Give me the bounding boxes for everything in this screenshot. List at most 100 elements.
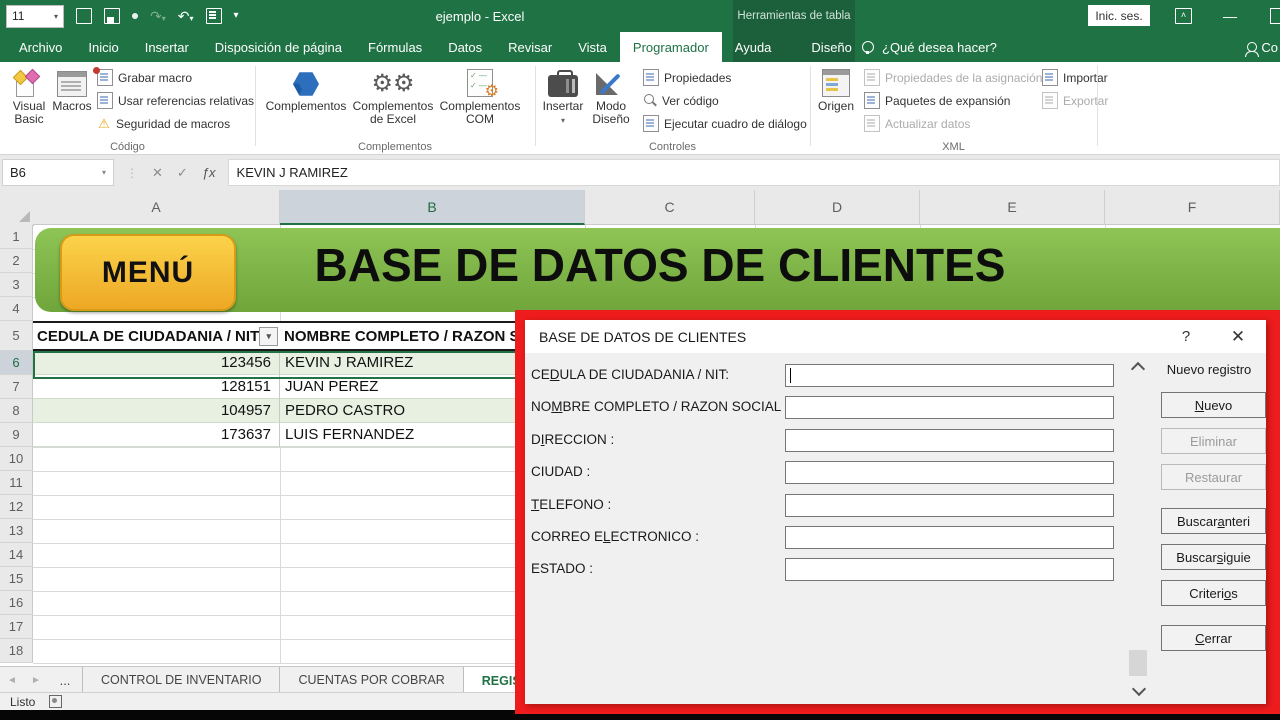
row-header-3[interactable]: 3 <box>0 273 33 297</box>
ribbon-button-complementos-de-excel[interactable]: ⚙⚙Complementosde Excel <box>351 65 435 139</box>
scroll-up-icon[interactable] <box>1131 362 1145 376</box>
restore-button[interactable] <box>1270 8 1280 24</box>
insert-function-icon[interactable]: ƒx <box>202 165 216 180</box>
font-size-box[interactable]: 11 ▾ <box>6 5 64 28</box>
form-icon[interactable] <box>206 8 222 24</box>
row-header-9[interactable]: 9 <box>0 423 33 447</box>
ribbon-button-macros[interactable]: Macros <box>50 65 94 139</box>
tab-revisar[interactable]: Revisar <box>495 32 565 62</box>
row-header-14[interactable]: 14 <box>0 543 33 567</box>
sign-in-button[interactable]: Inic. ses. <box>1088 5 1150 26</box>
record-macro-dot-icon[interactable] <box>132 13 138 19</box>
column-header-a[interactable]: A <box>33 190 280 225</box>
tell-me-search[interactable]: ¿Qué desea hacer? <box>862 32 997 62</box>
table-header-cedula[interactable]: CEDULA DE CIUDADANIA / NIT▾ <box>33 321 280 351</box>
cell-id-row-9[interactable]: 173637 <box>33 423 280 447</box>
row-header-18[interactable]: 18 <box>0 639 33 663</box>
dialog-field-input-0[interactable] <box>785 364 1114 387</box>
tab-vista[interactable]: Vista <box>565 32 620 62</box>
column-header-d[interactable]: D <box>755 190 920 225</box>
dialog-button-nuevo[interactable]: Nuevo <box>1161 392 1266 418</box>
tab-insertar[interactable]: Insertar <box>132 32 202 62</box>
undo-icon[interactable]: ↶▾ <box>178 9 194 23</box>
filter-dropdown-icon[interactable]: ▾ <box>259 327 278 346</box>
ribbon-button-ejecutar-cuadro-de-diálogo[interactable]: Ejecutar cuadro de diálogo <box>643 112 807 135</box>
ribbon-button-complementos-com[interactable]: ⚙ComplementosCOM <box>437 65 523 139</box>
tab-archivo[interactable]: Archivo <box>6 32 75 62</box>
cell-id-row-7[interactable]: 128151 <box>33 375 280 399</box>
tab-f-rmulas[interactable]: Fórmulas <box>355 32 435 62</box>
dialog-field-input-1[interactable] <box>785 396 1114 419</box>
ribbon-button-visual-basic[interactable]: VisualBasic <box>6 65 52 139</box>
row-header-15[interactable]: 15 <box>0 567 33 591</box>
prev-sheet-icon[interactable]: ◄ <box>0 667 24 693</box>
cell-id-row-6[interactable]: 123456 <box>33 351 280 375</box>
dialog-button-buscar-siguie[interactable]: Buscar siguie <box>1161 544 1266 570</box>
save-icon[interactable] <box>104 8 120 24</box>
row-header-7[interactable]: 7 <box>0 375 33 399</box>
ribbon-button-seguridad-de-macros[interactable]: ⚠Seguridad de macros <box>97 112 254 135</box>
next-sheet-icon[interactable]: ► <box>24 667 48 693</box>
row-header-13[interactable]: 13 <box>0 519 33 543</box>
scroll-down-icon[interactable] <box>1132 682 1146 696</box>
dialog-help-button[interactable]: ? <box>1168 320 1204 353</box>
ribbon-display-options-icon[interactable]: ˄ <box>1175 8 1192 24</box>
column-header-e[interactable]: E <box>920 190 1105 225</box>
sheet-tab-control-de-inventario[interactable]: CONTROL DE INVENTARIO <box>83 667 280 693</box>
dialog-field-input-6[interactable] <box>785 558 1114 581</box>
macro-record-icon[interactable] <box>49 695 62 708</box>
formula-input[interactable]: KEVIN J RAMIREZ <box>228 159 1280 186</box>
tab-disposici-n-de-p-gina[interactable]: Disposición de página <box>202 32 355 62</box>
row-header-5[interactable]: 5 <box>0 321 33 351</box>
dialog-button-cerrar[interactable]: Cerrar <box>1161 625 1266 651</box>
row-header-6[interactable]: 6 <box>0 351 33 375</box>
share-button[interactable]: Co <box>1247 32 1278 62</box>
ribbon-button-origen[interactable]: Origen <box>812 65 860 139</box>
dialog-field-input-4[interactable] <box>785 494 1114 517</box>
column-header-f[interactable]: F <box>1105 190 1280 225</box>
scrollbar-thumb[interactable] <box>1129 650 1147 676</box>
formula-bar-grip[interactable]: ⋮ <box>126 166 138 180</box>
dialog-title-bar[interactable]: BASE DE DATOS DE CLIENTES <box>525 320 1266 353</box>
select-all-corner[interactable] <box>0 190 34 226</box>
row-header-2[interactable]: 2 <box>0 249 33 273</box>
ribbon-button-paquetes-de-expansión[interactable]: Paquetes de expansión <box>864 89 1042 112</box>
row-header-16[interactable]: 16 <box>0 591 33 615</box>
new-file-icon[interactable] <box>76 8 92 24</box>
cell-id-row-8[interactable]: 104957 <box>33 399 280 423</box>
ribbon-button-importar[interactable]: Importar <box>1042 66 1108 89</box>
ribbon-button-usar-referencias-relativas[interactable]: Usar referencias relativas <box>97 89 254 112</box>
dialog-field-input-3[interactable] <box>785 461 1114 484</box>
dialog-button-criterios[interactable]: Criterios <box>1161 580 1266 606</box>
dialog-field-input-2[interactable] <box>785 429 1114 452</box>
menu-button[interactable]: MENÚ <box>60 234 236 311</box>
row-header-1[interactable]: 1 <box>0 225 33 249</box>
ribbon-button-insertar[interactable]: Insertar▾ <box>539 65 587 139</box>
column-header-c[interactable]: C <box>585 190 755 225</box>
column-header-b[interactable]: B <box>280 190 585 225</box>
minimize-button[interactable]: — <box>1218 4 1242 28</box>
ribbon-button-propiedades[interactable]: Propiedades <box>643 66 807 89</box>
tab-inicio[interactable]: Inicio <box>75 32 131 62</box>
tab-ayuda[interactable]: Ayuda <box>722 32 785 62</box>
name-box[interactable]: B6 ▾ <box>2 159 114 186</box>
row-header-11[interactable]: 11 <box>0 471 33 495</box>
ribbon-button-complementos[interactable]: Complementos <box>263 65 349 139</box>
dialog-field-input-5[interactable] <box>785 526 1114 549</box>
dialog-record-scrollbar[interactable] <box>1128 360 1148 700</box>
cancel-icon[interactable]: ✕ <box>152 165 163 181</box>
customize-qat-icon[interactable]: ▾ <box>234 11 239 21</box>
dialog-button-buscar-anteri[interactable]: Buscar anteri <box>1161 508 1266 534</box>
tab-datos[interactable]: Datos <box>435 32 495 62</box>
tab-programador[interactable]: Programador <box>620 32 722 62</box>
row-header-4[interactable]: 4 <box>0 297 33 321</box>
row-header-17[interactable]: 17 <box>0 615 33 639</box>
ribbon-button-grabar-macro[interactable]: Grabar macro <box>97 66 254 89</box>
sheet-tab-cuentas-por-cobrar[interactable]: CUENTAS POR COBRAR <box>280 667 463 693</box>
tab-dise-o[interactable]: Diseño <box>798 32 864 62</box>
sheet-tab-ellipsis[interactable]: ... <box>48 667 83 693</box>
row-header-12[interactable]: 12 <box>0 495 33 519</box>
dialog-close-button[interactable]: ✕ <box>1218 320 1258 353</box>
enter-icon[interactable]: ✓ <box>177 165 188 181</box>
ribbon-button-modo-dise-o[interactable]: ModoDiseño <box>587 65 635 139</box>
